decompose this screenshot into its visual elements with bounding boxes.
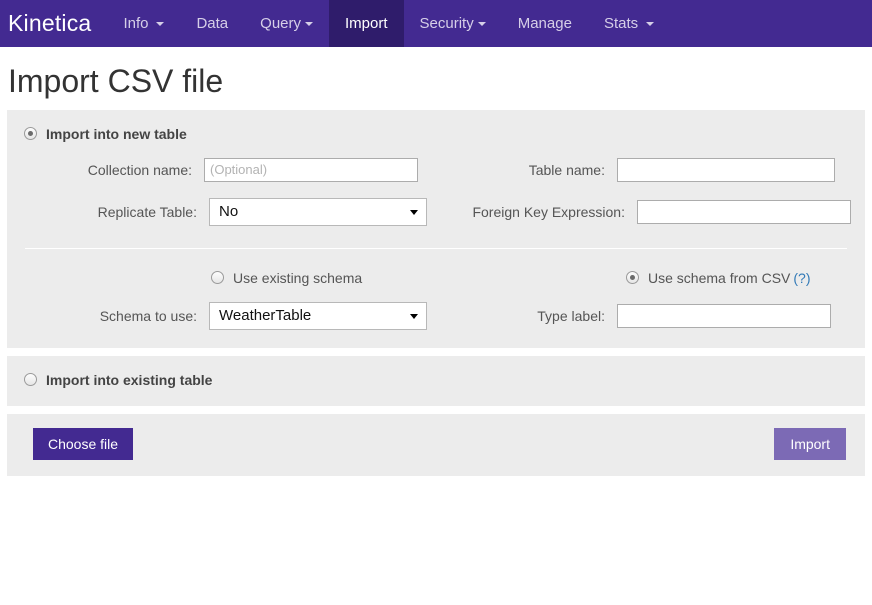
collection-name-input[interactable]: [204, 157, 418, 182]
foreign-key-label: Foreign Key Expression:: [472, 203, 625, 220]
nav-item-label: Info: [123, 15, 149, 32]
replicate-table-label: Replicate Table:: [97, 203, 197, 220]
table-name-group: Table name:: [445, 157, 865, 182]
nav-item-label: Security: [419, 15, 474, 32]
page-title: Import CSV file: [8, 63, 224, 99]
radio-selected-icon[interactable]: [24, 127, 37, 141]
nav-item-manage[interactable]: Manage: [502, 0, 588, 47]
chevron-down-icon: [305, 21, 314, 26]
use-existing-schema-radio[interactable]: Use existing schema: [211, 270, 445, 286]
schema-to-use-select[interactable]: WeatherTable: [209, 301, 427, 330]
import-existing-table-panel: Import into existing table: [7, 355, 865, 406]
nav-item-label: Manage: [517, 15, 572, 32]
nav-item-stats[interactable]: Stats: [588, 0, 670, 47]
nav-links: Info Data Query Import Security Manage S…: [107, 0, 670, 47]
import-existing-table-radio[interactable]: Import into existing table: [7, 372, 865, 388]
choose-file-button[interactable]: Choose file: [33, 427, 134, 460]
schema-to-use-value: WeatherTable: [219, 307, 312, 325]
form-row-names: Collection name: Table name:: [7, 157, 865, 182]
collection-name-group: Collection name:: [7, 157, 445, 182]
table-name-label: Table name:: [528, 161, 605, 178]
replicate-table-select[interactable]: No: [209, 197, 427, 226]
use-schema-from-csv-group: Use schema from CSV (?): [445, 270, 865, 286]
radio-unselected-icon[interactable]: [24, 373, 37, 387]
nav-item-label: Query: [260, 15, 302, 32]
use-existing-schema-label: Use existing schema: [233, 269, 363, 286]
nav-item-info[interactable]: Info: [107, 0, 180, 47]
type-label-group: Type label:: [445, 303, 865, 328]
chevron-down-icon: [477, 21, 486, 26]
schema-help-icon[interactable]: (?): [793, 270, 810, 286]
schema-mode-row: Use existing schema Use schema from CSV …: [7, 270, 865, 286]
nav-item-label: Data: [196, 15, 229, 32]
brand-logo[interactable]: Kinetica: [0, 0, 107, 47]
nav-item-security[interactable]: Security: [404, 0, 502, 47]
schema-to-use-group: Schema to use: WeatherTable: [7, 301, 445, 330]
chevron-down-icon: [646, 21, 655, 26]
import-button[interactable]: Import: [774, 427, 846, 460]
nav-item-import[interactable]: Import: [329, 0, 404, 47]
foreign-key-group: Foreign Key Expression:: [445, 199, 865, 224]
type-label-label: Type label:: [537, 307, 605, 324]
import-existing-table-label: Import into existing table: [46, 371, 213, 388]
nav-item-label: Stats: [603, 15, 639, 32]
replicate-table-value: No: [219, 203, 239, 221]
form-row-replicate: Replicate Table: No Foreign Key Expressi…: [7, 197, 865, 226]
chevron-down-icon: [156, 21, 165, 26]
nav-item-data[interactable]: Data: [180, 0, 244, 47]
chevron-down-icon: [410, 313, 418, 319]
nav-item-label: Import: [345, 15, 388, 32]
form-row-schema: Schema to use: WeatherTable Type label:: [7, 301, 865, 330]
actions-inner: Choose file Import: [7, 427, 865, 460]
use-schema-from-csv-radio[interactable]: Use schema from CSV (?): [626, 270, 865, 286]
actions-panel: Choose file Import: [7, 413, 865, 476]
type-label-input[interactable]: [617, 303, 831, 328]
radio-unselected-icon[interactable]: [211, 271, 224, 285]
replicate-table-group: Replicate Table: No: [7, 197, 445, 226]
radio-selected-icon[interactable]: [626, 271, 639, 285]
top-navbar: Kinetica Info Data Query Import Security…: [0, 0, 872, 47]
schema-to-use-label: Schema to use:: [99, 307, 197, 324]
import-new-table-label: Import into new table: [46, 125, 187, 142]
foreign-key-input[interactable]: [637, 199, 851, 224]
import-new-table-radio[interactable]: Import into new table: [7, 126, 865, 142]
chevron-down-icon: [410, 209, 418, 215]
collection-name-label: Collection name:: [87, 161, 192, 178]
import-new-table-panel: Import into new table Collection name: T…: [7, 109, 865, 348]
nav-item-query[interactable]: Query: [244, 0, 329, 47]
table-name-input[interactable]: [617, 157, 835, 182]
panel-divider: [25, 247, 847, 249]
use-schema-from-csv-label: Use schema from CSV: [648, 269, 791, 286]
use-existing-schema-group: Use existing schema: [7, 270, 445, 286]
